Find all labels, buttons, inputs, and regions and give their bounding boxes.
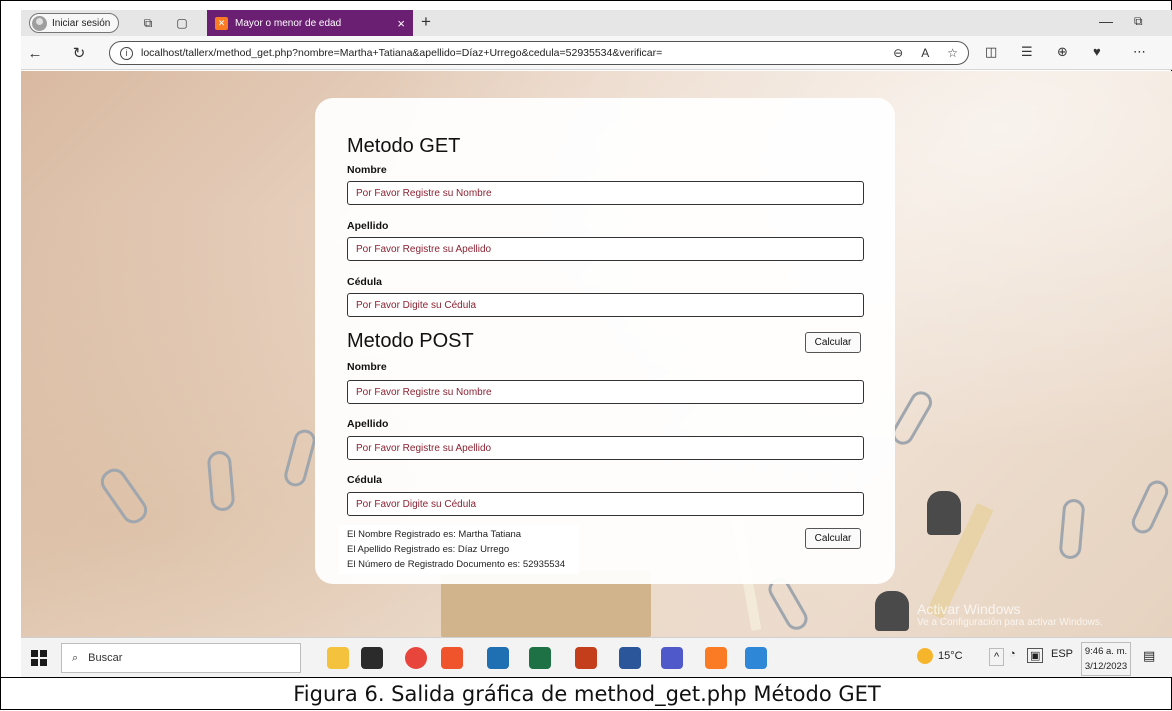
tab-title: Mayor o menor de edad bbox=[235, 17, 342, 29]
edge-icon[interactable] bbox=[487, 647, 509, 669]
paperclip-decoration bbox=[281, 427, 319, 489]
get-apellido-input[interactable] bbox=[347, 237, 864, 261]
brave-icon[interactable] bbox=[441, 647, 463, 669]
windows-taskbar: ⌕ Buscar 15°C ^ ◔ ▣ ESP 9:46 a. m. 3/12/… bbox=[21, 637, 1172, 677]
post-nombre-input[interactable] bbox=[347, 380, 864, 404]
display-icon[interactable]: ▣ bbox=[1027, 648, 1044, 663]
get-nombre-label: Nombre bbox=[347, 164, 387, 176]
result-nombre: El Nombre Registrado es: Martha Tatiana bbox=[347, 529, 522, 540]
url-text[interactable]: localhost/tallerx/method_get.php?nombre=… bbox=[141, 47, 662, 59]
paperclip-decoration bbox=[1058, 498, 1086, 560]
form-card: Metodo GET Nombre Apellido Cédula Calcul… bbox=[315, 98, 895, 584]
store-icon[interactable] bbox=[361, 647, 383, 669]
post-cedula-input[interactable] bbox=[347, 492, 864, 516]
teams-icon[interactable] bbox=[661, 647, 683, 669]
post-apellido-label: Apellido bbox=[347, 418, 389, 430]
minimize-icon[interactable]: — bbox=[1099, 13, 1113, 29]
screenshot-frame: Iniciar sesión ⧉ ▢ ✕ Mayor o menor de ed… bbox=[0, 0, 1172, 710]
search-label: Buscar bbox=[88, 652, 123, 664]
post-apellido-input[interactable] bbox=[347, 436, 864, 460]
avatar-icon bbox=[32, 15, 47, 31]
favorites-icon[interactable]: ☰ bbox=[1021, 44, 1033, 60]
vscode-icon[interactable] bbox=[745, 647, 767, 669]
watermark-title: Activar Windows bbox=[917, 601, 1021, 617]
more-menu-icon[interactable]: ⋯ bbox=[1133, 44, 1146, 60]
extensions-icon[interactable]: ♥ bbox=[1093, 44, 1101, 59]
result-apellido: El Apellido Registrado es: Díaz Urrego bbox=[347, 544, 510, 555]
paperclip-decoration bbox=[206, 450, 236, 512]
chrome-icon[interactable] bbox=[405, 647, 427, 669]
xampp-favicon-icon: ✕ bbox=[215, 16, 228, 30]
language-indicator[interactable]: ESP bbox=[1051, 648, 1073, 660]
get-section-title: Metodo GET bbox=[347, 135, 461, 157]
windows-start-icon[interactable] bbox=[31, 650, 47, 666]
read-aloud-icon[interactable]: A bbox=[921, 46, 929, 60]
file-explorer-icon[interactable] bbox=[327, 647, 349, 669]
result-panel: El Nombre Registrado es: Martha Tatiana … bbox=[339, 525, 579, 574]
eraser-decoration bbox=[927, 491, 961, 535]
notifications-icon[interactable]: ▤ bbox=[1143, 648, 1155, 664]
search-icon: ⌕ bbox=[72, 651, 79, 664]
tray-chevron-up-icon[interactable]: ^ bbox=[989, 648, 1005, 666]
system-clock[interactable]: 9:46 a. m. 3/12/2023 bbox=[1081, 642, 1131, 676]
paperclip-decoration bbox=[1128, 476, 1172, 538]
weather-sun-icon bbox=[917, 648, 933, 664]
activation-watermark: Activar Windows Ve a Configuración para … bbox=[917, 601, 1103, 628]
zoom-icon[interactable]: ⊖ bbox=[893, 46, 903, 60]
temperature-text: 15°C bbox=[938, 650, 963, 662]
back-icon[interactable]: ← bbox=[25, 43, 45, 63]
favorite-star-icon[interactable]: ☆ bbox=[947, 46, 958, 60]
get-apellido-label: Apellido bbox=[347, 220, 389, 232]
xampp-icon[interactable] bbox=[705, 647, 727, 669]
post-calcular-button[interactable]: Calcular bbox=[805, 528, 861, 549]
profile-label: Iniciar sesión bbox=[52, 17, 111, 29]
taskbar-search[interactable]: ⌕ Buscar bbox=[61, 643, 301, 673]
workspaces-icon[interactable]: ⧉ bbox=[139, 14, 157, 32]
get-cedula-label: Cédula bbox=[347, 276, 383, 288]
restore-icon[interactable]: ⧉ bbox=[1134, 14, 1143, 29]
tab-actions-icon[interactable]: ▢ bbox=[173, 14, 191, 32]
post-cedula-label: Cédula bbox=[347, 474, 383, 486]
profile-button[interactable]: Iniciar sesión bbox=[29, 13, 120, 33]
tab-close-icon[interactable]: × bbox=[397, 16, 405, 31]
paperclip-decoration bbox=[96, 463, 152, 529]
browser-tab-bar: Iniciar sesión ⧉ ▢ ✕ Mayor o menor de ed… bbox=[21, 10, 1172, 36]
excel-icon[interactable] bbox=[529, 647, 551, 669]
post-nombre-label: Nombre bbox=[347, 361, 387, 373]
eraser-decoration bbox=[875, 591, 909, 631]
figure-caption: Figura 6. Salida gráfica de method_get.p… bbox=[1, 677, 1172, 711]
refresh-icon[interactable]: ↻ bbox=[69, 43, 89, 63]
weather-widget[interactable]: 15°C bbox=[917, 648, 963, 664]
post-section-title: Metodo POST bbox=[347, 330, 474, 352]
get-nombre-input[interactable] bbox=[347, 181, 864, 205]
watermark-subtitle: Ve a Configuración para activar Windows. bbox=[917, 617, 1103, 628]
clock-time: 9:46 a. m. bbox=[1084, 646, 1128, 657]
split-screen-icon[interactable]: ◫ bbox=[985, 44, 997, 60]
result-documento: El Número de Registrado Documento es: 52… bbox=[347, 559, 566, 570]
word-icon[interactable] bbox=[619, 647, 641, 669]
powerpoint-icon[interactable] bbox=[575, 647, 597, 669]
tab-mayor-o-menor[interactable]: ✕ Mayor o menor de edad × bbox=[207, 10, 413, 36]
collections-icon[interactable]: ⊕ bbox=[1057, 44, 1068, 60]
get-cedula-input[interactable] bbox=[347, 293, 864, 317]
page-viewport: Metodo GET Nombre Apellido Cédula Calcul… bbox=[21, 71, 1172, 637]
paperclip-decoration bbox=[887, 387, 937, 449]
address-bar[interactable]: i localhost/tallerx/method_get.php?nombr… bbox=[109, 41, 969, 65]
clock-date: 3/12/2023 bbox=[1084, 661, 1128, 672]
info-icon[interactable]: i bbox=[120, 46, 133, 60]
new-tab-icon[interactable]: + bbox=[421, 12, 431, 32]
network-icon[interactable]: ◔ bbox=[1009, 648, 1016, 660]
browser-nav-bar: ← ↻ i localhost/tallerx/method_get.php?n… bbox=[21, 36, 1172, 70]
get-calcular-button[interactable]: Calcular bbox=[805, 332, 861, 353]
